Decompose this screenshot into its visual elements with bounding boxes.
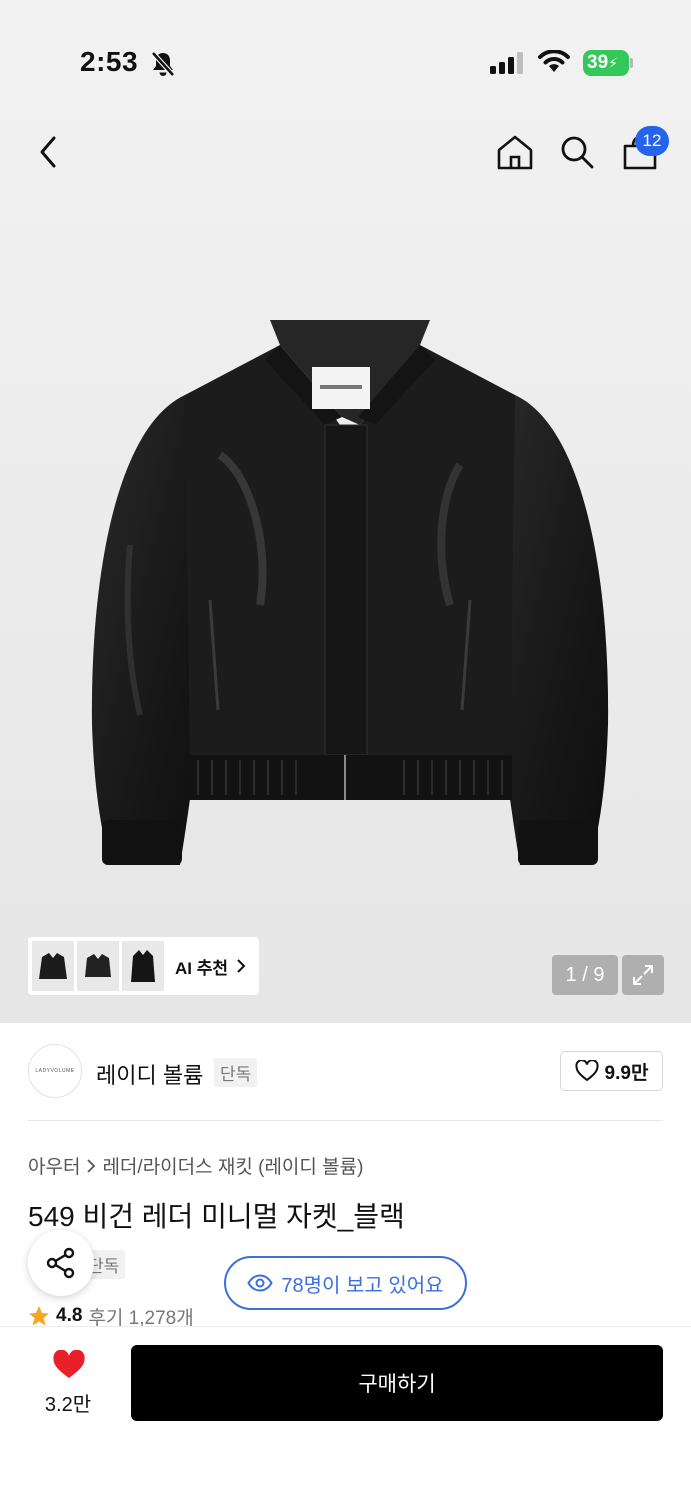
chevron-right-icon <box>237 959 246 973</box>
product-image-gallery[interactable]: 2:53 39⚡ 12 AI 추천 1 / 9 <box>0 0 691 1023</box>
heart-outline-icon <box>575 1060 599 1082</box>
viewers-badge: 78명이 보고 있어요 <box>224 1256 467 1310</box>
search-icon[interactable] <box>557 132 597 172</box>
expand-button[interactable] <box>622 955 664 995</box>
home-icon[interactable] <box>495 132 535 172</box>
charging-bolt-icon: ⚡ <box>608 55 618 71</box>
leather-jacket-image <box>91 320 609 865</box>
breadcrumb-item-category[interactable]: 레더/라이더스 재킷 (레이디 볼륨) <box>102 1152 363 1179</box>
battery-level: 39 <box>587 52 609 73</box>
share-button[interactable] <box>28 1230 94 1296</box>
thumbnail-2[interactable] <box>77 941 119 991</box>
share-icon <box>46 1247 75 1279</box>
review-count: 후기 1,278개 <box>88 1307 194 1329</box>
exclusive-tag: 단독 <box>214 1058 258 1087</box>
cellular-signal-icon <box>490 52 523 74</box>
brand-logo[interactable]: LADYVOLUME <box>28 1044 82 1098</box>
ai-recommend-button[interactable]: AI 추천 <box>28 937 259 995</box>
buy-button[interactable]: 구매하기 <box>131 1345 663 1421</box>
star-icon <box>29 1306 49 1326</box>
status-time: 2:53 <box>80 46 139 77</box>
breadcrumb: 아우터 레더/라이더스 재킷 (레이디 볼륨) <box>28 1152 363 1179</box>
chevron-right-icon <box>87 1158 96 1173</box>
divider <box>28 1120 663 1121</box>
bell-muted-icon <box>151 51 175 77</box>
expand-icon <box>633 965 653 985</box>
wifi-icon <box>538 50 570 72</box>
jacket-thumbnail-icon <box>131 950 155 982</box>
wishlist-heart-icon[interactable] <box>52 1350 86 1380</box>
brand-name[interactable]: 레이디 볼륨 <box>96 1058 203 1090</box>
image-pager: 1 / 9 <box>552 955 618 995</box>
rating-row[interactable]: 4.8 후기 1,278개 <box>28 1304 194 1328</box>
jacket-thumbnail-icon <box>85 954 111 977</box>
thumbnail-3[interactable] <box>122 941 164 991</box>
battery-indicator: 39⚡ <box>583 50 633 76</box>
cart-count-badge: 12 <box>635 126 669 156</box>
jacket-thumbnail-icon <box>39 953 67 979</box>
eye-icon <box>247 1274 274 1292</box>
breadcrumb-item-outer[interactable]: 아우터 <box>28 1152 80 1179</box>
back-chevron-icon[interactable] <box>34 132 64 172</box>
wishlist-count: 3.2만 <box>44 1394 92 1416</box>
product-title: 549 비건 레더 미니멀 자켓_블랙 <box>28 1201 405 1232</box>
ai-recommend-label: AI 추천 <box>175 958 229 978</box>
viewers-text: 78명이 보고 있어요 <box>281 1274 444 1297</box>
brand-like-count: 9.9만 <box>604 1062 649 1084</box>
brand-like-button[interactable]: 9.9만 <box>560 1051 663 1091</box>
rating-value: 4.8 <box>56 1305 83 1326</box>
thumbnail-1[interactable] <box>32 941 74 991</box>
brand-logo-text: LADYVOLUME <box>35 1068 75 1074</box>
